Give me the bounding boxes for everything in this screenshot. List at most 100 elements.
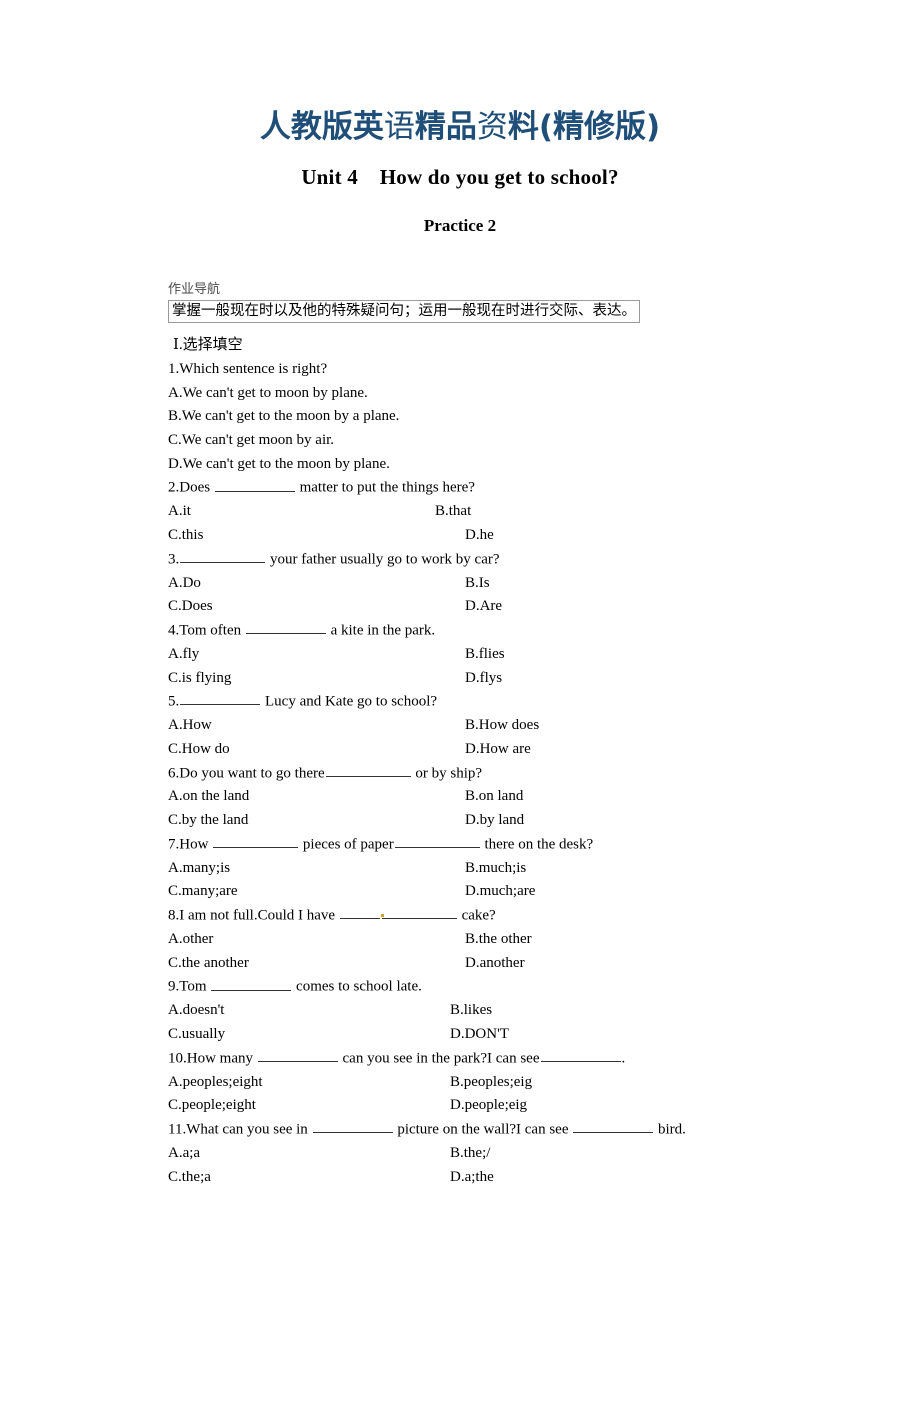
option-d[interactable]: D.DON'T (450, 1023, 509, 1047)
option-row: C.this D.he (168, 524, 868, 548)
option-d[interactable]: D.people;eig (450, 1094, 527, 1118)
option-c[interactable]: C.by the land (168, 809, 248, 833)
option-a[interactable]: A.other (168, 928, 213, 952)
answer-blank[interactable] (257, 1047, 338, 1062)
option-c[interactable]: C.many;are (168, 880, 238, 904)
stem-suffix: Lucy and Kate go to school? (261, 693, 438, 710)
stem-suffix: matter to put the things here? (295, 479, 475, 496)
question-stem: 10.How many can you see in the park?I ca… (168, 1047, 868, 1071)
option-c[interactable]: C.this (168, 524, 203, 548)
option-a[interactable]: A.fly (168, 643, 199, 667)
page-subtitle: Practice 2 (423, 216, 497, 235)
homework-nav-box: 掌握一般现在时以及他的特殊疑问句；运用一般现在时进行交际、表达。 (168, 300, 640, 324)
option-c[interactable]: C.the;a (168, 1166, 211, 1190)
option-row: C.by the land D.by land (168, 809, 868, 833)
option-row: C.Does D.Are (168, 595, 868, 619)
option-d[interactable]: D.much;are (465, 880, 535, 904)
stem-mid: pieces of paper (299, 836, 394, 853)
option-row: A.other B.the other (168, 928, 868, 952)
option-c[interactable]: C.usually (168, 1023, 225, 1047)
answer-blank[interactable] (339, 904, 380, 920)
option-row: A.it B.that (168, 500, 868, 524)
banner-segment-5: 料(精修版) (507, 109, 661, 145)
option-a[interactable]: A.peoples;eight (168, 1071, 263, 1095)
option-a[interactable]: A.it (168, 500, 191, 524)
document-page: 人教版英语精品资料(精修版) Unit 4 How do you get to … (0, 112, 920, 1414)
option-row: C.is flying D.flys (168, 667, 868, 691)
option-row: A.doesn't B.likes (168, 999, 868, 1023)
answer-blank[interactable] (381, 904, 457, 920)
option-row: C.the;a D.a;the (168, 1166, 868, 1190)
option-row: C.the another D.another (168, 952, 868, 976)
publisher-banner: 人教版英语精品资料(精修版) (0, 112, 920, 143)
answer-blank[interactable] (312, 1118, 393, 1134)
option-c[interactable]: C.the another (168, 952, 249, 976)
option-b[interactable]: B.likes (450, 999, 492, 1023)
answer-blank[interactable] (394, 833, 480, 849)
option-d[interactable]: D.another (465, 952, 525, 976)
option-d[interactable]: D.a;the (450, 1166, 494, 1190)
answer-blank[interactable] (540, 1047, 621, 1062)
question-stem: 8.I am not full.Could I have cake? (168, 904, 868, 928)
option-stacked[interactable]: B.We can't get to the moon by a plane. (168, 405, 868, 429)
answer-blank[interactable] (214, 476, 295, 492)
option-d[interactable]: D.he (465, 524, 494, 548)
option-row: C.usually D.DON'T (168, 1023, 868, 1047)
option-stacked[interactable]: D.We can't get to the moon by plane. (168, 453, 868, 477)
option-c[interactable]: C.is flying (168, 667, 231, 691)
option-d[interactable]: D.How are (465, 738, 531, 762)
option-c[interactable]: C.Does (168, 595, 213, 619)
option-b[interactable]: B.much;is (465, 857, 526, 881)
option-row: A.many;is B.much;is (168, 857, 868, 881)
option-a[interactable]: A.How (168, 714, 212, 738)
page-title: Unit 4 How do you get to school? (301, 165, 619, 189)
option-b[interactable]: B.the;/ (450, 1142, 490, 1166)
option-stacked[interactable]: A.We can't get to moon by plane. (168, 382, 868, 406)
stem-suffix: there on the desk? (480, 836, 594, 853)
worksheet-body: 作业导航 掌握一般现在时以及他的特殊疑问句；运用一般现在时进行交际、表达。 Ⅰ.… (168, 278, 868, 1189)
question-stem: 11.What can you see in picture on the wa… (168, 1118, 868, 1142)
option-a[interactable]: A.many;is (168, 857, 230, 881)
option-a[interactable]: A.a;a (168, 1142, 200, 1166)
option-row: C.many;are D.much;are (168, 880, 868, 904)
answer-blank[interactable] (180, 548, 266, 563)
answer-blank[interactable] (325, 762, 411, 777)
answer-blank[interactable] (180, 690, 261, 706)
banner-segment-3: 精品 (414, 109, 477, 145)
option-d[interactable]: D.by land (465, 809, 524, 833)
option-b[interactable]: B.on land (465, 785, 523, 809)
option-row: A.peoples;eight B.peoples;eig (168, 1071, 868, 1095)
option-b[interactable]: B.that (435, 500, 471, 524)
stem-prefix: 8.I am not full.Could I have (168, 907, 339, 924)
answer-blank[interactable] (245, 619, 326, 635)
stem-suffix: your father usually go to work by car? (266, 550, 500, 567)
option-d[interactable]: D.Are (465, 595, 502, 619)
option-a[interactable]: A.on the land (168, 785, 249, 809)
question-stem: 2.Does matter to put the things here? (168, 476, 868, 500)
question-stem: 1.Which sentence is right? (168, 360, 328, 377)
option-b[interactable]: B.the other (465, 928, 532, 952)
question-stem: 3. your father usually go to work by car… (168, 548, 868, 572)
stem-prefix: 6.Do you want to go there (168, 764, 325, 781)
option-stacked[interactable]: C.We can't get moon by air. (168, 429, 868, 453)
banner-segment-1: 人教版英 (259, 109, 384, 145)
option-b[interactable]: B.flies (465, 643, 505, 667)
answer-blank[interactable] (213, 833, 299, 849)
option-c[interactable]: C.How do (168, 738, 230, 762)
option-b[interactable]: B.How does (465, 714, 539, 738)
option-b[interactable]: B.peoples;eig (450, 1071, 532, 1095)
stem-suffix: . (621, 1050, 626, 1066)
option-b[interactable]: B.Is (465, 572, 490, 596)
stem-suffix: or by ship? (411, 764, 483, 781)
banner-segment-2: 语 (383, 109, 415, 145)
option-c[interactable]: C.people;eight (168, 1094, 256, 1118)
answer-blank[interactable] (211, 975, 292, 991)
option-row: C.people;eight D.people;eig (168, 1094, 868, 1118)
homework-nav-label: 作业导航 (168, 282, 221, 297)
option-row: A.Do B.Is (168, 572, 868, 596)
option-a[interactable]: A.Do (168, 572, 201, 596)
answer-blank[interactable] (573, 1118, 654, 1134)
option-a[interactable]: A.doesn't (168, 999, 224, 1023)
question-stem: 6.Do you want to go there or by ship? (168, 762, 868, 786)
option-d[interactable]: D.flys (465, 667, 502, 691)
